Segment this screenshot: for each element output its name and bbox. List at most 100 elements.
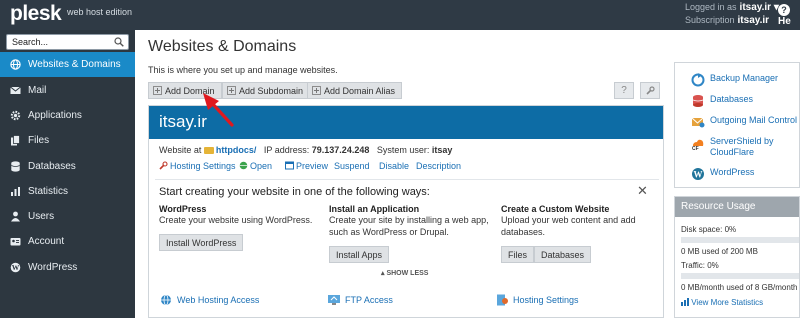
svg-text:W: W [12, 263, 20, 272]
search-icon[interactable] [114, 37, 124, 47]
add-domain-alias-label: Add Domain Alias [324, 86, 396, 96]
ip-label: IP address: [263, 145, 310, 155]
hosting-settings-icon [497, 294, 508, 306]
help-button[interactable]: ? [614, 82, 634, 99]
sidebar-item-websites-domains[interactable]: Websites & Domains [0, 52, 135, 77]
sidebar-item-users[interactable]: Users [0, 204, 135, 229]
user-icon [11, 211, 20, 222]
traffic-detail: 0 MB/month used of 8 GB/month [681, 283, 798, 292]
link-label: ServerShield by CloudFlare [710, 136, 774, 157]
plus-icon [312, 86, 321, 95]
help-label: He [778, 16, 791, 27]
description-link[interactable]: Description [416, 161, 461, 171]
close-icon[interactable]: ✕ [637, 183, 648, 199]
preview-icon [285, 161, 294, 170]
link-label: Databases [710, 94, 754, 104]
search-placeholder: Search... [12, 37, 49, 47]
install-wordpress-button[interactable]: Install WordPress [159, 234, 244, 251]
logged-in-info: Logged in as itsay.ir ▾ [685, 2, 779, 13]
install-apps-button[interactable]: Install Apps [329, 246, 390, 263]
top-bar: plesk web host edition Logged in as itsay… [0, 0, 800, 30]
sidebar-item-label: Websites & Domains [28, 59, 121, 70]
sidebar-item-files[interactable]: Files [0, 128, 135, 153]
hosting-settings-bottom-link[interactable]: Hosting Settings [495, 294, 579, 306]
backup-icon [691, 73, 705, 87]
gear-icon [10, 110, 21, 121]
sidebar-item-account[interactable]: Account [0, 229, 135, 254]
sidebar-item-databases[interactable]: Databases [0, 154, 135, 179]
sidebar-item-label: Databases [28, 161, 76, 172]
svg-text:CF: CF [692, 146, 699, 150]
logo-subtitle: web host edition [67, 7, 133, 17]
sidebar-item-label: Users [28, 211, 55, 222]
subscription-value[interactable]: itsay.ir [738, 15, 770, 26]
link-label: WordPress [710, 167, 755, 177]
add-domain-label: Add Domain [165, 86, 215, 96]
add-domain-button[interactable]: Add Domain [148, 82, 222, 99]
help-menu[interactable]: ?He [778, 4, 800, 27]
ftp-icon [328, 295, 340, 305]
sidebar-item-statistics[interactable]: Statistics [0, 179, 135, 204]
website-at-label: Website at [159, 145, 202, 155]
wrench-icon [159, 161, 168, 170]
wordpress-icon: W [10, 262, 21, 273]
settings-button[interactable] [640, 82, 660, 99]
wordpress-icon: W [692, 168, 704, 180]
sidebar-item-label: Statistics [28, 186, 69, 197]
application-option: Install an Application Create your site … [329, 204, 499, 238]
preview-link[interactable]: Preview [285, 161, 328, 171]
disk-space-label: Disk space: 0% [681, 225, 737, 234]
website-root-link[interactable]: httpdocs/ [216, 145, 257, 155]
plesk-logo[interactable]: plesk [10, 2, 62, 26]
plus-icon [153, 86, 162, 95]
files-icon [11, 135, 20, 146]
domain-name[interactable]: itsay.ir [149, 106, 663, 139]
link-label: Outgoing Mail Control [710, 115, 798, 125]
application-text: Create your site by installing a web app… [329, 215, 489, 237]
view-more-statistics-link[interactable]: View More Statistics [681, 298, 763, 307]
ftp-access-link[interactable]: FTP Access [327, 294, 393, 306]
database-icon [692, 95, 704, 107]
sidebar-item-label: WordPress [28, 262, 78, 273]
link-label: Web Hosting Access [177, 295, 260, 305]
system-user-value: itsay [431, 145, 453, 155]
sidebar-item-applications[interactable]: Applications [0, 103, 135, 128]
globe-icon [10, 59, 21, 70]
domain-panel: itsay.ir Website at httpdocs/ IP address… [148, 105, 664, 318]
wordpress-text: Create your website using WordPress. [159, 215, 313, 225]
start-creating-box: Start creating your website in one of th… [155, 179, 659, 283]
globe-icon [239, 161, 248, 170]
subscription-info: Subscription itsay.ir [685, 15, 769, 26]
files-button[interactable]: Files [501, 246, 535, 263]
user-menu[interactable]: itsay.ir ▾ [740, 2, 779, 13]
sidebar-item-wordpress[interactable]: W WordPress [0, 255, 135, 280]
databases-button[interactable]: Databases [534, 246, 592, 263]
help-icon: ? [778, 4, 790, 16]
suspend-link[interactable]: Suspend [334, 161, 370, 171]
envelope-icon [10, 86, 21, 94]
cloudflare-icon: CF [692, 139, 704, 150]
web-hosting-access-link[interactable]: Web Hosting Access [159, 294, 259, 306]
plus-icon [227, 86, 236, 95]
show-less-toggle[interactable]: ▴ SHOW LESS [381, 269, 428, 277]
hosting-settings-link[interactable]: Hosting Settings [159, 161, 236, 171]
open-link[interactable]: Open [239, 161, 272, 171]
disk-space-detail: 0 MB used of 200 MB [681, 247, 758, 256]
sidebar-item-mail[interactable]: Mail [0, 78, 135, 103]
link-label: Hosting Settings [513, 295, 579, 305]
link-label: Backup Manager [710, 73, 779, 83]
wrench-icon [646, 86, 655, 95]
domain-info: Website at httpdocs/ IP address: 79.137.… [159, 145, 452, 155]
logged-in-label: Logged in as [685, 2, 737, 12]
ip-value: 79.137.24.248 [311, 145, 370, 155]
add-domain-alias-button[interactable]: Add Domain Alias [307, 82, 403, 99]
traffic-bar [681, 273, 799, 279]
page-title: Websites & Domains [148, 38, 297, 55]
disable-link[interactable]: Disable [379, 161, 409, 171]
custom-website-option: Create a Custom Website Upload your web … [501, 204, 651, 238]
add-subdomain-button[interactable]: Add Subdomain [222, 82, 311, 99]
search-input[interactable]: Search... [6, 34, 129, 50]
sidebar-item-label: Applications [28, 110, 82, 121]
quick-links-panel: Backup Manager Databases Outgoing Mail C… [674, 62, 800, 188]
traffic-label: Traffic: 0% [681, 261, 719, 270]
